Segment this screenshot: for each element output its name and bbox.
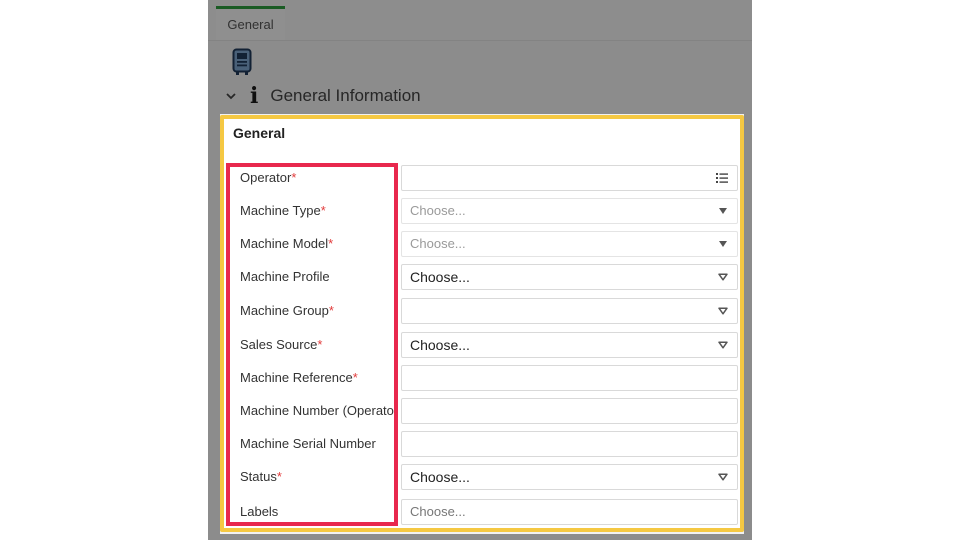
required-marker: * <box>328 236 334 251</box>
field-label: Machine Serial Number <box>240 431 394 457</box>
field-label: Sales Source* <box>240 332 394 358</box>
triangle-down-icon <box>718 307 728 315</box>
labels-tag-input[interactable]: Choose... <box>401 499 738 525</box>
required-marker: * <box>320 203 326 218</box>
field-label: Status* <box>240 464 394 490</box>
field-label: Machine Profile <box>240 264 394 290</box>
label-text: Machine Type <box>240 203 321 218</box>
required-marker: * <box>317 337 323 352</box>
form-row-machine-group: Machine Group* <box>220 298 744 324</box>
field-label: Labels <box>240 499 394 525</box>
triangle-down-icon <box>718 341 728 349</box>
app-window: General i General Information General Op… <box>208 0 752 540</box>
form-row-machine-reference: Machine Reference* <box>220 365 744 391</box>
label-text: Machine Model <box>240 236 329 251</box>
tab-general[interactable]: General <box>216 6 285 40</box>
select-value: Choose... <box>410 269 470 285</box>
general-card: General Operator* Machine Type* Choose..… <box>220 116 744 530</box>
list-icon[interactable] <box>715 171 729 185</box>
field-label: Machine Reference* <box>240 365 394 391</box>
select-placeholder: Choose... <box>410 203 466 218</box>
tags-placeholder: Choose... <box>410 504 466 519</box>
required-marker: * <box>291 170 297 185</box>
field-label: Machine Number (Operator <box>240 398 394 424</box>
tab-bar: General <box>208 0 752 41</box>
field-label: Operator* <box>240 165 394 191</box>
select-value: Choose... <box>410 337 470 353</box>
device-icon <box>232 48 252 81</box>
caret-down-icon <box>719 208 727 214</box>
sales-source-select[interactable]: Choose... <box>401 332 738 358</box>
field-label: Machine Type* <box>240 198 394 224</box>
machine-profile-select[interactable]: Choose... <box>401 264 738 290</box>
form-row-machine-model: Machine Model* Choose... <box>220 231 744 257</box>
chevron-down-icon[interactable] <box>224 89 238 103</box>
field-label: Machine Model* <box>240 231 394 257</box>
section-header[interactable]: i General Information <box>224 84 421 108</box>
label-text: Sales Source <box>240 337 318 352</box>
machine-type-select[interactable]: Choose... <box>401 198 738 224</box>
form-row-status: Status* Choose... <box>220 464 744 490</box>
form-row-machine-serial-number: Machine Serial Number <box>220 431 744 457</box>
label-text: Status <box>240 469 277 484</box>
caret-down-icon <box>719 241 727 247</box>
label-text: Machine Serial Number <box>240 436 376 451</box>
form-row-sales-source: Sales Source* Choose... <box>220 332 744 358</box>
required-marker: * <box>276 469 282 484</box>
form-row-machine-type: Machine Type* Choose... <box>220 198 744 224</box>
field-label: Machine Group* <box>240 298 394 324</box>
required-marker: * <box>352 370 358 385</box>
label-text: Machine Number (Operator <box>240 403 394 418</box>
select-value: Choose... <box>410 469 470 485</box>
select-placeholder: Choose... <box>410 236 466 251</box>
machine-serial-number-input[interactable] <box>401 431 738 457</box>
label-text: Machine Reference <box>240 370 353 385</box>
machine-model-select[interactable]: Choose... <box>401 231 738 257</box>
machine-reference-input[interactable] <box>401 365 738 391</box>
label-text: Machine Group <box>240 303 329 318</box>
info-icon: i <box>250 83 259 109</box>
section-title: General Information <box>270 86 421 105</box>
operator-lookup[interactable] <box>401 165 738 191</box>
label-text: Labels <box>240 504 279 519</box>
triangle-down-icon <box>718 273 728 281</box>
machine-group-select[interactable] <box>401 298 738 324</box>
form-row-labels: Labels Choose... <box>220 499 744 525</box>
required-marker: * <box>328 303 334 318</box>
form-row-machine-number: Machine Number (Operator <box>220 398 744 424</box>
form-row-machine-profile: Machine Profile Choose... <box>220 264 744 290</box>
status-select[interactable]: Choose... <box>401 464 738 490</box>
form-row-operator: Operator* <box>220 165 744 191</box>
label-text: Machine Profile <box>240 269 330 284</box>
triangle-down-icon <box>718 473 728 481</box>
label-text: Operator <box>240 170 292 185</box>
card-title: General <box>233 125 286 141</box>
tab-label: General <box>227 17 274 32</box>
machine-number-input[interactable] <box>401 398 738 424</box>
